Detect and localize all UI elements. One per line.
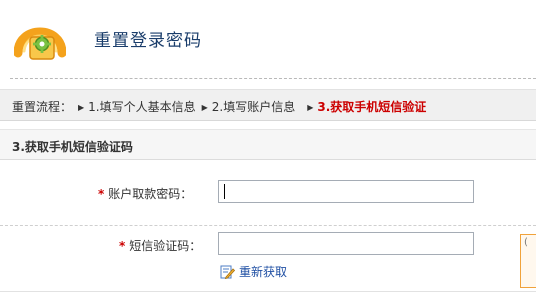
triangle-right-icon: ▶ [78,103,85,112]
sms-code-label: * 短信验证码： [119,237,201,254]
process-bar: 重置流程： ▶ 1.填写个人基本信息 ▶ 2.填写账户信息 ▶ 3.获取手机短信验证 [0,89,536,121]
sms-code-input[interactable] [218,232,474,255]
refresh-sms-code-label: 重新获取 [239,265,288,279]
withdraw-password-label: * 账户取款密码： [98,185,192,202]
process-step-3-current: 3.获取手机短信验证 [317,100,427,114]
lock-gear-icon [14,27,66,60]
header-divider [10,78,536,79]
section-header: 3.获取手机短信验证码 [0,129,536,160]
text-cursor [224,184,225,199]
process-label: 重置流程： [12,100,73,114]
tip-icon: ( [524,237,528,248]
refresh-pencil-icon [220,265,235,279]
withdraw-password-label-text: 账户取款密码： [108,187,193,201]
section-title: 3.获取手机短信验证码 [12,140,133,154]
process-step-2: 2.填写账户信息 [211,100,296,114]
triangle-right-icon: ▶ [307,103,314,112]
required-mark: * [98,187,105,201]
triangle-right-icon: ▶ [201,103,208,112]
tip-box: ( [520,234,536,288]
withdraw-password-input[interactable] [218,180,474,203]
process-steps: 重置流程： ▶ 1.填写个人基本信息 ▶ 2.填写账户信息 ▶ 3.获取手机短信验证 [12,98,426,115]
page-title: 重置登录密码 [94,31,202,51]
form-row-withdraw-password: * 账户取款密码： [0,160,536,226]
form-row-sms-code: * 短信验证码： 重新获取 ( [0,226,536,292]
refresh-sms-code-link[interactable]: 重新获取 [220,263,287,280]
required-mark: * [119,239,126,253]
sms-code-label-text: 短信验证码： [129,239,202,253]
process-step-1: 1.填写个人基本信息 [88,100,196,114]
